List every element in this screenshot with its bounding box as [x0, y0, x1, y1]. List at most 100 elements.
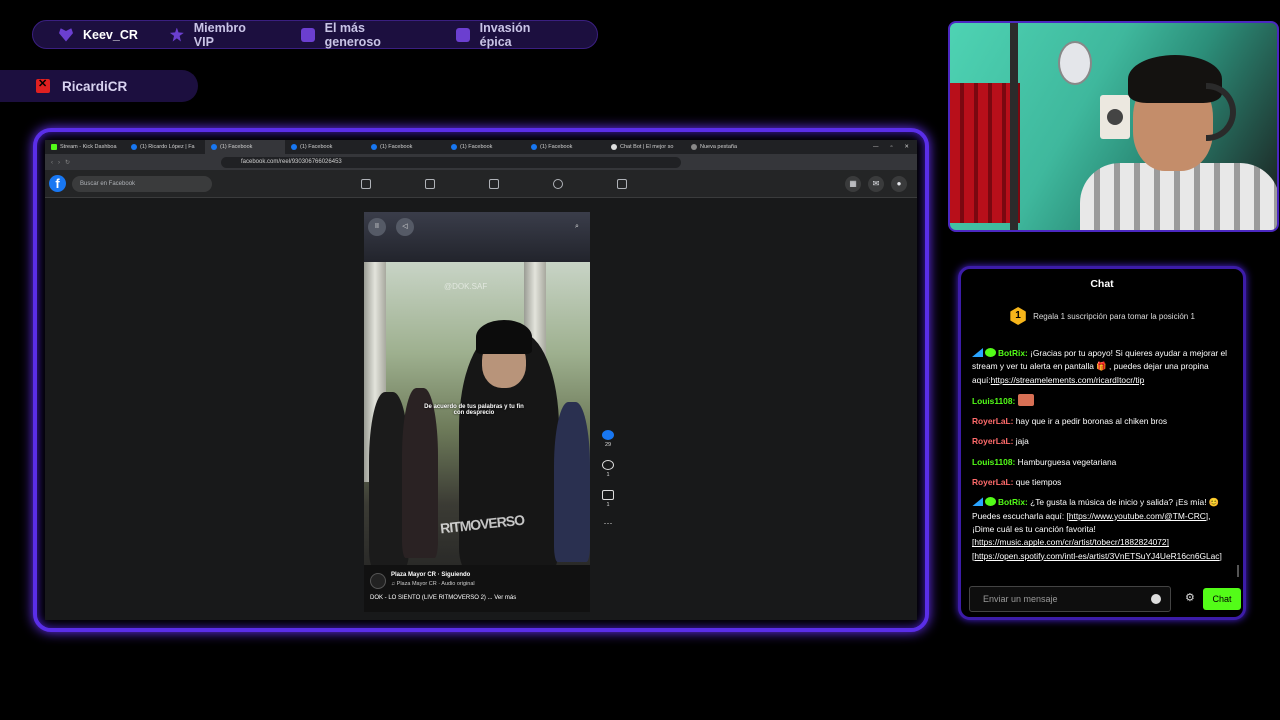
marketplace-icon[interactable] — [489, 179, 499, 189]
tab-label: (1) Facebook — [300, 144, 333, 150]
reel-info: Plaza Mayor CR · Siguiendo ♫ Plaza Mayor… — [364, 565, 590, 612]
alert-item: El más generoso — [300, 20, 424, 49]
alert-label: El más generoso — [324, 20, 381, 49]
chat-messages: BotRix: ¡Gracias por tu apoyo! Si quiere… — [972, 347, 1234, 570]
reel-actions: 29 1 1 ⋯ — [595, 430, 621, 610]
facebook-icon — [451, 144, 457, 150]
gift-icon — [300, 27, 315, 42]
chat-message-input[interactable]: Enviar un mensaje — [969, 586, 1171, 612]
chat-username[interactable]: RoyerLaL: — [972, 416, 1013, 426]
reel-video[interactable]: @DOK.SAF De acuerdo de tus palabras y tu… — [364, 262, 590, 565]
chat-link[interactable]: [https://open.spotify.com/intl-es/artist… — [972, 551, 1222, 561]
video-beanie — [476, 320, 532, 354]
facebook-icon — [291, 144, 297, 150]
browser-tab[interactable]: Stream - Kick Dashboa — [45, 140, 125, 154]
avatar[interactable] — [370, 573, 386, 589]
browser-tab-active[interactable]: (1) Facebook — [205, 140, 285, 154]
reel-audio[interactable]: ♫ Plaza Mayor CR · Audio original — [391, 581, 475, 587]
kick-logo-icon — [36, 77, 50, 93]
shelf — [1010, 23, 1018, 230]
alert-label: Keev_CR — [83, 27, 138, 42]
chat-username[interactable]: Louis1108: — [972, 396, 1015, 406]
gear-icon[interactable]: ⚙ — [1185, 591, 1195, 604]
chat-link[interactable]: [https://music.apple.com/cr/artist/tobec… — [972, 537, 1169, 547]
nav-arrows-icon[interactable]: ‹›↻ — [51, 159, 91, 166]
send-chat-button[interactable]: Chat — [1203, 588, 1241, 610]
bot-badge-icon — [972, 348, 983, 357]
search-icon[interactable]: ⌕ — [568, 218, 586, 236]
video-icon[interactable] — [425, 179, 435, 189]
address-bar-row: ‹›↻ facebook.com/reel/930306766026453 — [45, 154, 917, 170]
home-icon[interactable] — [361, 179, 371, 189]
reel-watermark-top: @DOK.SAF — [444, 282, 488, 291]
facebook-icon — [371, 144, 377, 150]
chat-username[interactable]: Louis1108: — [972, 457, 1015, 467]
pause-icon[interactable]: II — [368, 218, 386, 236]
groups-icon[interactable] — [553, 179, 563, 189]
chat-username[interactable]: RoyerLaL: — [972, 477, 1013, 487]
maximize-icon[interactable]: ▫ — [890, 144, 892, 150]
alerts-bar: Keev_CR Miembro VIP El más generoso Inva… — [32, 20, 598, 49]
heart-icon — [59, 28, 73, 42]
chat-panel: Chat 1 Regala 1 suscripción para tomar l… — [958, 266, 1246, 620]
browser-tab[interactable]: (1) Facebook — [445, 140, 525, 154]
more-options-icon[interactable]: ⋯ — [595, 518, 621, 529]
tab-label: Chat Bot | El mejor so — [620, 144, 674, 150]
chat-scrollbar[interactable] — [1237, 565, 1239, 577]
chat-message: RoyerLaL: hay que ir a pedir boronas al … — [972, 415, 1234, 428]
chat-message: BotRix: ¡Gracias por tu apoyo! Si quiere… — [972, 347, 1234, 387]
reel-caption: De acuerdo de tus palabras y tu fin con … — [424, 404, 524, 416]
browser-tab[interactable]: Nueva pestaña — [685, 140, 765, 154]
speaker — [1100, 95, 1130, 139]
reel-top-bar: II ◁ ⌕ — [364, 212, 590, 262]
menu-grid-icon[interactable]: ▦ — [845, 176, 861, 192]
facebook-icon — [531, 144, 537, 150]
new-tab-icon — [691, 144, 697, 150]
chat-message: Louis1108: — [972, 393, 1234, 408]
verified-badge-icon — [985, 348, 996, 357]
close-icon[interactable]: ✕ — [904, 144, 909, 150]
comment-count: 1 — [606, 472, 610, 478]
chat-username[interactable]: BotRix: — [998, 497, 1028, 507]
streamer-shirt — [1080, 163, 1277, 230]
comment-icon[interactable] — [602, 460, 614, 470]
notifications-icon[interactable]: ● — [891, 176, 907, 192]
browser-window: Stream - Kick Dashboa (1) Ricardo López … — [45, 140, 917, 620]
chat-username[interactable]: RoyerLaL: — [972, 436, 1013, 446]
chat-username[interactable]: BotRix: — [998, 348, 1028, 358]
browser-tab[interactable]: (1) Ricardo López | Fa — [125, 140, 205, 154]
share-count: 1 — [606, 502, 610, 508]
reel-player[interactable]: II ◁ ⌕ @DOK.SAF De acuerdo de tus palabr… — [364, 212, 590, 612]
browser-tab[interactable]: (1) Facebook — [525, 140, 605, 154]
chat-link[interactable]: https://streamelements.com/ricardItocr/t… — [991, 375, 1145, 385]
video-person — [554, 402, 590, 562]
emoji-icon[interactable] — [1151, 594, 1161, 604]
mute-icon[interactable]: ◁ — [396, 218, 414, 236]
chat-link[interactable]: [https://www.youtube.com/@TM-CRC] — [1067, 511, 1209, 521]
screen-frame: Stream - Kick Dashboa (1) Ricardo López … — [33, 128, 929, 632]
share-icon[interactable] — [602, 490, 614, 500]
chat-title: Chat — [1090, 278, 1114, 290]
url-field[interactable]: facebook.com/reel/930306766026453 — [221, 156, 681, 168]
gaming-icon[interactable] — [617, 179, 627, 189]
messenger-icon[interactable]: ✉ — [868, 176, 884, 192]
minimize-icon[interactable]: — — [873, 144, 879, 150]
emote-icon — [1017, 393, 1034, 406]
mask-decoration — [1058, 41, 1092, 85]
chatbot-icon — [611, 144, 617, 150]
browser-tab[interactable]: (1) Facebook — [365, 140, 445, 154]
facebook-search-input[interactable]: Buscar en Facebook — [72, 175, 212, 192]
browser-tab[interactable]: (1) Facebook — [285, 140, 365, 154]
facebook-logo[interactable]: f — [49, 175, 66, 192]
browser-tab[interactable]: Chat Bot | El mejor so — [605, 140, 685, 154]
facebook-icon — [211, 144, 217, 150]
alert-item: Miembro VIP — [169, 21, 269, 49]
tab-strip: Stream - Kick Dashboa (1) Ricardo López … — [45, 140, 917, 154]
streamer-tag: RicardiCR — [0, 70, 198, 102]
chat-message: BotRix: ¿Te gusta la música de inicio y … — [972, 496, 1234, 562]
reel-author[interactable]: Plaza Mayor CR · Siguiendo — [391, 572, 470, 578]
reel-description[interactable]: DOK - LO SIENTO (LIVE RITMOVERSO 2) ... … — [370, 595, 516, 601]
like-icon[interactable] — [602, 430, 614, 440]
chat-text: hay que ir a pedir boronas al chiken bro… — [1015, 416, 1168, 427]
tab-label: (1) Facebook — [540, 144, 573, 150]
